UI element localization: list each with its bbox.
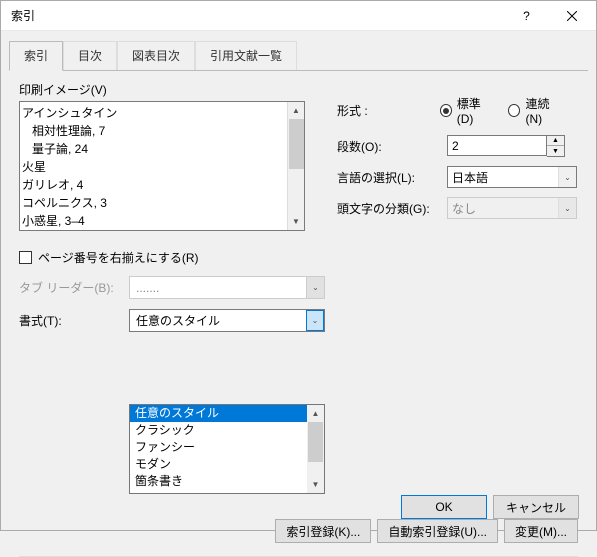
dialog-body: 印刷イメージ(V) アインシュタイン 相対性理論, 7 量子論, 24 火星 ガ… xyxy=(1,71,596,530)
columns-stepper[interactable]: ▲▼ xyxy=(447,135,565,157)
close-button[interactable] xyxy=(549,2,594,30)
chevron-down-icon[interactable]: ⌄ xyxy=(306,310,324,331)
help-button[interactable]: ? xyxy=(504,2,549,30)
tab-citations[interactable]: 引用文献一覧 xyxy=(195,41,297,70)
cancel-button[interactable]: キャンセル xyxy=(493,495,579,519)
action-buttons: 索引登録(K)... 自動索引登録(U)... 変更(M)... xyxy=(275,519,578,543)
format-label: 形式 : xyxy=(337,102,440,119)
preview-line: 大気 xyxy=(22,230,302,231)
auto-mark-button[interactable]: 自動索引登録(U)... xyxy=(377,519,498,543)
style-dropdown[interactable]: 任意のスタイル クラシック ファンシー モダン 箇条書き ▲ ▼ xyxy=(129,404,325,494)
language-label: 言語の選択(L): xyxy=(337,169,447,186)
preview-line: 相対性理論, 7 xyxy=(22,122,302,140)
preview-label: 印刷イメージ(V) xyxy=(19,83,107,97)
style-option[interactable]: モダン xyxy=(130,456,324,473)
preview-line: 量子論, 24 xyxy=(22,140,302,158)
preview-scrollbar[interactable]: ▲ ▼ xyxy=(287,102,304,230)
scroll-up-icon[interactable]: ▲ xyxy=(288,102,304,119)
chevron-down-icon: ⌄ xyxy=(558,198,576,218)
initial-label: 頭文字の分類(G): xyxy=(337,200,447,217)
style-option[interactable]: 箇条書き xyxy=(130,473,324,490)
dropdown-scrollbar[interactable]: ▲ ▼ xyxy=(307,405,324,493)
print-preview: アインシュタイン 相対性理論, 7 量子論, 24 火星 ガリレオ, 4 コペル… xyxy=(19,101,305,231)
preview-line: ガリレオ, 4 xyxy=(22,176,302,194)
scroll-up-icon[interactable]: ▲ xyxy=(307,405,324,422)
tab-strip: 索引 目次 図表目次 引用文献一覧 xyxy=(1,31,596,70)
tab-leader-combo: ....... ⌄ xyxy=(129,276,325,299)
preview-line: アインシュタイン xyxy=(22,104,302,122)
style-combo[interactable]: 任意のスタイル ⌄ xyxy=(129,309,325,332)
tab-toc[interactable]: 目次 xyxy=(63,41,117,70)
style-option[interactable]: ファンシー xyxy=(130,439,324,456)
ok-button[interactable]: OK xyxy=(401,495,487,519)
right-align-checkbox[interactable]: ページ番号を右揃えにする(R) xyxy=(19,249,578,266)
radio-continuous[interactable]: 連続(N) xyxy=(508,95,563,126)
preview-line: 小惑星, 3–4 xyxy=(22,212,302,230)
radio-standard[interactable]: 標準(D) xyxy=(440,95,495,126)
options-column: 形式 : 標準(D) 連続(N) 段数(O): ▲▼ 言語の選択(L): 日本語… xyxy=(337,95,577,228)
columns-label: 段数(O): xyxy=(337,138,447,155)
spin-down-icon[interactable]: ▼ xyxy=(547,146,564,156)
spin-up-icon[interactable]: ▲ xyxy=(547,136,564,146)
language-combo[interactable]: 日本語 ⌄ xyxy=(447,166,577,188)
columns-input[interactable] xyxy=(447,135,547,156)
checkbox-icon[interactable] xyxy=(19,251,32,264)
window-title: 索引 xyxy=(11,7,504,24)
tab-leader-label: タブ リーダー(B): xyxy=(19,279,129,296)
dialog-buttons: OK キャンセル xyxy=(401,495,579,519)
tab-figures[interactable]: 図表目次 xyxy=(117,41,195,70)
tab-index[interactable]: 索引 xyxy=(9,41,63,71)
modify-button[interactable]: 変更(M)... xyxy=(504,519,578,543)
scroll-down-icon[interactable]: ▼ xyxy=(288,213,304,230)
chevron-down-icon: ⌄ xyxy=(306,277,324,298)
scroll-thumb[interactable] xyxy=(289,119,304,169)
titlebar: 索引 ? xyxy=(1,1,596,31)
style-option[interactable]: クラシック xyxy=(130,422,324,439)
chevron-down-icon[interactable]: ⌄ xyxy=(558,167,576,187)
style-option[interactable]: 任意のスタイル xyxy=(130,405,324,422)
initial-combo: なし ⌄ xyxy=(447,197,577,219)
preview-line: コペルニクス, 3 xyxy=(22,194,302,212)
right-align-label: ページ番号を右揃えにする(R) xyxy=(38,249,199,266)
scroll-down-icon[interactable]: ▼ xyxy=(307,476,324,493)
scroll-thumb[interactable] xyxy=(308,422,323,462)
style-label: 書式(T): xyxy=(19,312,129,329)
preview-line: 火星 xyxy=(22,158,302,176)
mark-entry-button[interactable]: 索引登録(K)... xyxy=(275,519,371,543)
